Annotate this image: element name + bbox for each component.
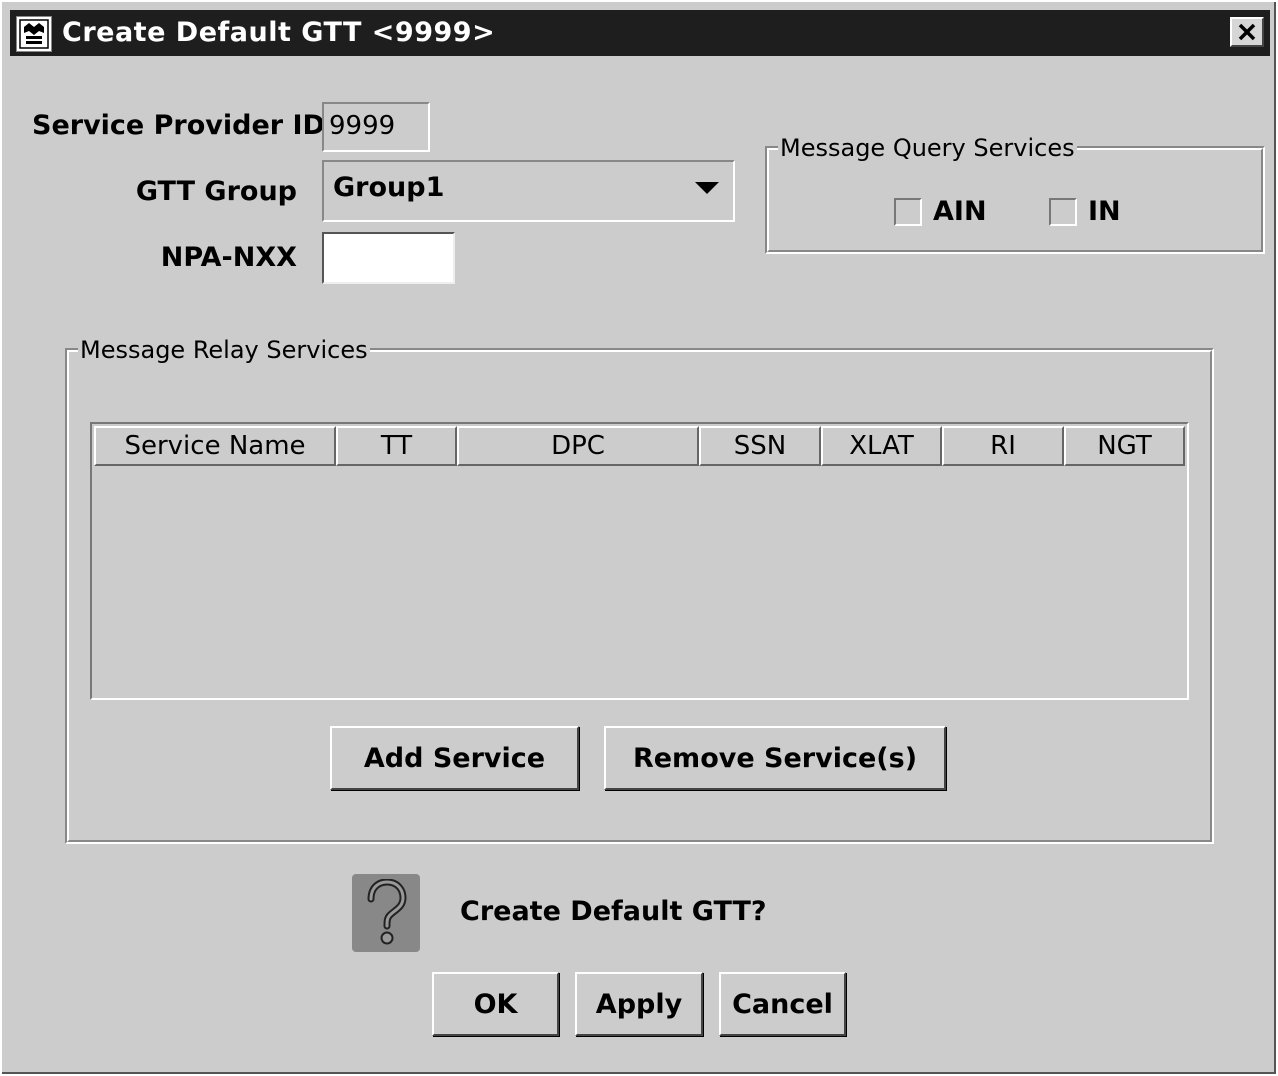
message-relay-services-title: Message Relay Services: [78, 336, 370, 364]
column-header-service-name[interactable]: Service Name: [94, 426, 336, 466]
close-button[interactable]: [1230, 17, 1264, 47]
gtt-group-value: Group1: [333, 172, 445, 203]
message-query-services-title: Message Query Services: [778, 134, 1077, 162]
title-bar[interactable]: Create Default GTT <9999>: [10, 10, 1270, 56]
gtt-group-select[interactable]: Group1: [322, 160, 735, 222]
ain-checkbox-label: AIN: [933, 196, 987, 227]
column-header-dpc[interactable]: DPC: [457, 426, 699, 466]
message-query-services-group: [765, 146, 1265, 254]
column-header-ssn[interactable]: SSN: [699, 426, 821, 466]
window-title: Create Default GTT <9999>: [62, 17, 496, 48]
in-checkbox[interactable]: [1049, 198, 1077, 226]
column-header-ri[interactable]: RI: [942, 426, 1064, 466]
service-provider-id-field: 9999: [322, 102, 430, 152]
question-icon: [352, 874, 420, 952]
confirmation-message: Create Default GTT?: [460, 896, 767, 927]
services-table[interactable]: Service Name TT DPC SSN XLAT RI NGT: [90, 422, 1189, 700]
npa-nxx-input[interactable]: [322, 232, 455, 284]
create-default-gtt-dialog: Create Default GTT <9999> Service Provid…: [0, 0, 1278, 1076]
cancel-button[interactable]: Cancel: [719, 972, 846, 1036]
app-icon: [16, 16, 52, 52]
remove-services-button[interactable]: Remove Service(s): [604, 726, 946, 790]
service-provider-id-label: Service Provider ID: [32, 110, 325, 141]
in-checkbox-label: IN: [1088, 196, 1121, 227]
add-service-button[interactable]: Add Service: [330, 726, 579, 790]
column-header-xlat[interactable]: XLAT: [821, 426, 942, 466]
npa-nxx-label: NPA-NXX: [160, 242, 297, 273]
column-header-ngt[interactable]: NGT: [1064, 426, 1185, 466]
close-icon: [1238, 23, 1256, 41]
ain-checkbox[interactable]: [894, 198, 922, 226]
gtt-group-label: GTT Group: [135, 176, 297, 207]
column-header-tt[interactable]: TT: [336, 426, 457, 466]
chevron-down-icon[interactable]: [695, 182, 719, 194]
ok-button[interactable]: OK: [432, 972, 559, 1036]
group-border: [767, 148, 1263, 252]
apply-button[interactable]: Apply: [575, 972, 703, 1036]
